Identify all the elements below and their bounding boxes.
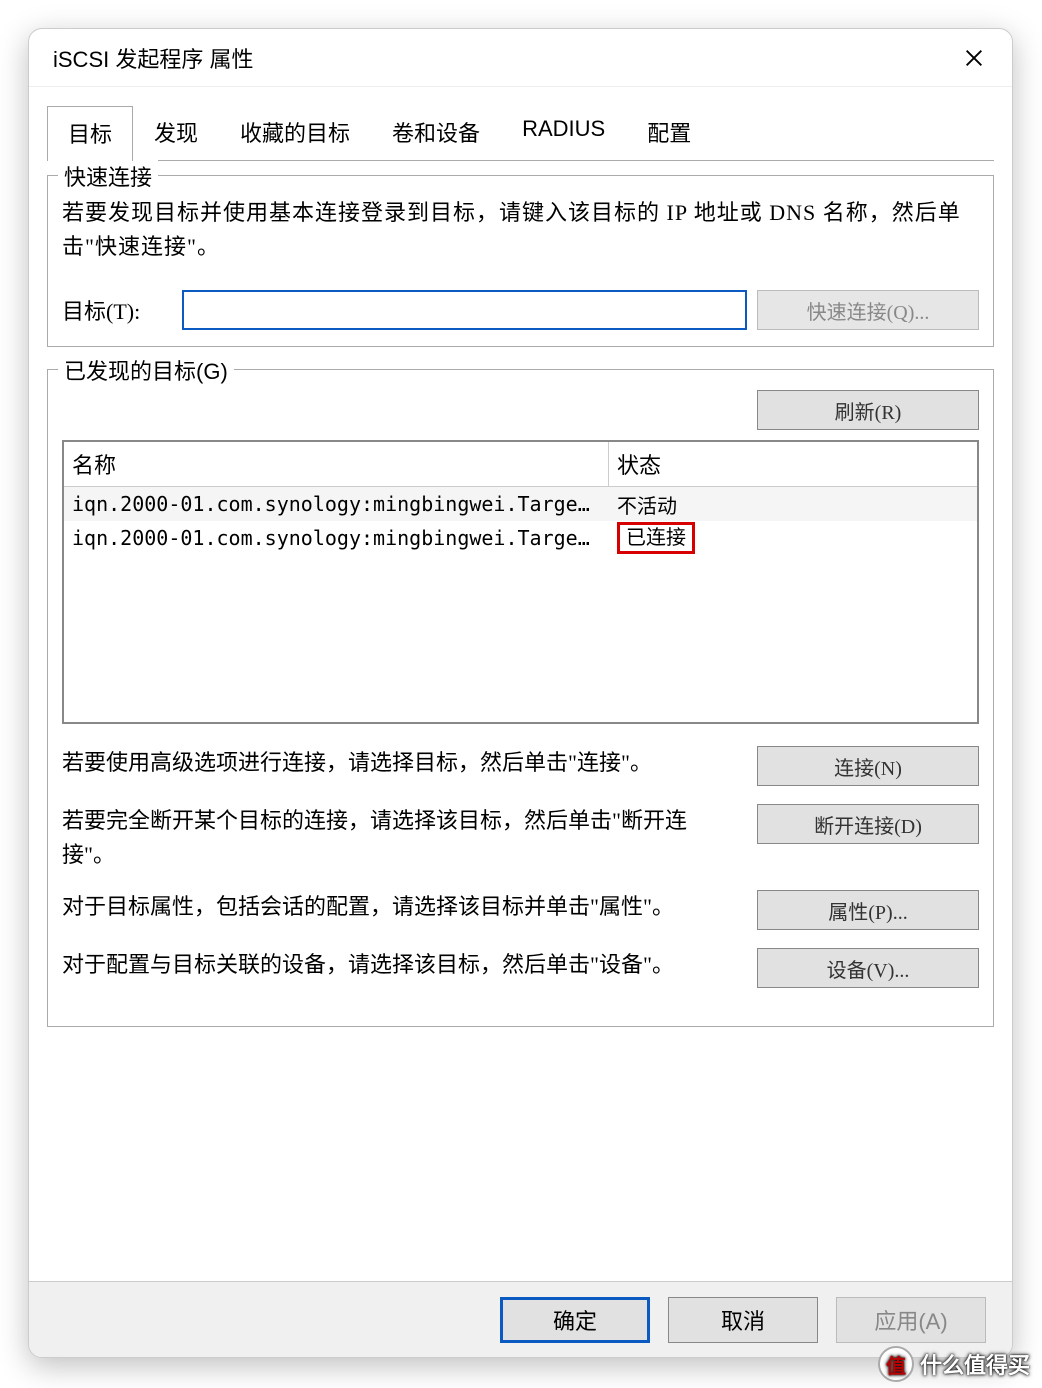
tab-favorites[interactable]: 收藏的目标 (219, 105, 371, 160)
dialog-button-bar: 确定 取消 应用(A) (29, 1281, 1012, 1357)
table-row[interactable]: iqn.2000-01.com.synology:mingbingwei.Tar… (64, 487, 977, 521)
watermark: 值 什么值得买 (878, 1346, 1030, 1382)
ok-button[interactable]: 确定 (500, 1297, 650, 1343)
titlebar: iSCSI 发起程序 属性 (29, 29, 1012, 87)
watermark-icon: 值 (878, 1346, 914, 1382)
window-title: iSCSI 发起程序 属性 (53, 42, 253, 74)
disconnect-button[interactable]: 断开连接(D) (757, 804, 979, 844)
close-icon (963, 47, 985, 69)
group-discovered-targets: 已发现的目标(G) 刷新(R) 名称 状态 iqn.2000-01.com.sy… (47, 369, 994, 1027)
quick-connect-description: 若要发现目标并使用基本连接登录到目标，请键入该目标的 IP 地址或 DNS 名称… (62, 196, 979, 264)
tab-radius[interactable]: RADIUS (501, 105, 626, 160)
status-badge: 已连接 (617, 522, 695, 554)
tab-volumes[interactable]: 卷和设备 (371, 105, 501, 160)
disconnect-description: 若要完全断开某个目标的连接，请选择该目标，然后单击"断开连接"。 (62, 804, 692, 872)
tab-targets[interactable]: 目标 (47, 106, 133, 161)
watermark-text: 什么值得买 (920, 1348, 1030, 1380)
devices-button[interactable]: 设备(V)... (757, 948, 979, 988)
cell-name: iqn.2000-01.com.synology:mingbingwei.Tar… (64, 492, 609, 516)
dialog-window: iSCSI 发起程序 属性 目标 发现 收藏的目标 卷和设备 RADIUS 配置… (28, 28, 1013, 1358)
column-header-name[interactable]: 名称 (64, 442, 609, 487)
properties-button[interactable]: 属性(P)... (757, 890, 979, 930)
group-legend-quick-connect: 快速连接 (58, 160, 158, 192)
group-quick-connect: 快速连接 若要发现目标并使用基本连接登录到目标，请键入该目标的 IP 地址或 D… (47, 175, 994, 347)
actions-area: 若要使用高级选项进行连接，请选择目标，然后单击"连接"。 连接(N) 若要完全断… (62, 746, 979, 988)
cell-name: iqn.2000-01.com.synology:mingbingwei.Tar… (64, 526, 609, 550)
connect-button[interactable]: 连接(N) (757, 746, 979, 786)
properties-description: 对于目标属性，包括会话的配置，请选择该目标并单击"属性"。 (62, 890, 674, 924)
cancel-button[interactable]: 取消 (668, 1297, 818, 1343)
group-legend-discovered: 已发现的目标(G) (58, 354, 234, 386)
tab-discovery[interactable]: 发现 (133, 105, 219, 160)
content-area: 目标 发现 收藏的目标 卷和设备 RADIUS 配置 快速连接 若要发现目标并使… (29, 87, 1012, 1281)
table-header: 名称 状态 (64, 442, 977, 487)
close-button[interactable] (954, 38, 994, 78)
quick-connect-button[interactable]: 快速连接(Q)... (757, 290, 979, 330)
target-label: 目标(T): (62, 294, 172, 326)
cell-status: 不活动 (609, 490, 977, 519)
cell-status: 已连接 (609, 522, 977, 554)
column-header-status[interactable]: 状态 (609, 442, 977, 487)
target-input[interactable] (182, 290, 747, 330)
refresh-button[interactable]: 刷新(R) (757, 390, 979, 430)
apply-button[interactable]: 应用(A) (836, 1297, 986, 1343)
tab-bar: 目标 发现 收藏的目标 卷和设备 RADIUS 配置 (47, 105, 994, 161)
tab-config[interactable]: 配置 (626, 105, 712, 160)
devices-description: 对于配置与目标关联的设备，请选择该目标，然后单击"设备"。 (62, 948, 674, 982)
target-input-row: 目标(T): 快速连接(Q)... (62, 290, 979, 330)
table-row[interactable]: iqn.2000-01.com.synology:mingbingwei.Tar… (64, 521, 977, 555)
connect-description: 若要使用高级选项进行连接，请选择目标，然后单击"连接"。 (62, 746, 652, 780)
tab-panel-targets: 快速连接 若要发现目标并使用基本连接登录到目标，请键入该目标的 IP 地址或 D… (47, 161, 994, 1027)
discovered-targets-table[interactable]: 名称 状态 iqn.2000-01.com.synology:mingbingw… (62, 440, 979, 724)
